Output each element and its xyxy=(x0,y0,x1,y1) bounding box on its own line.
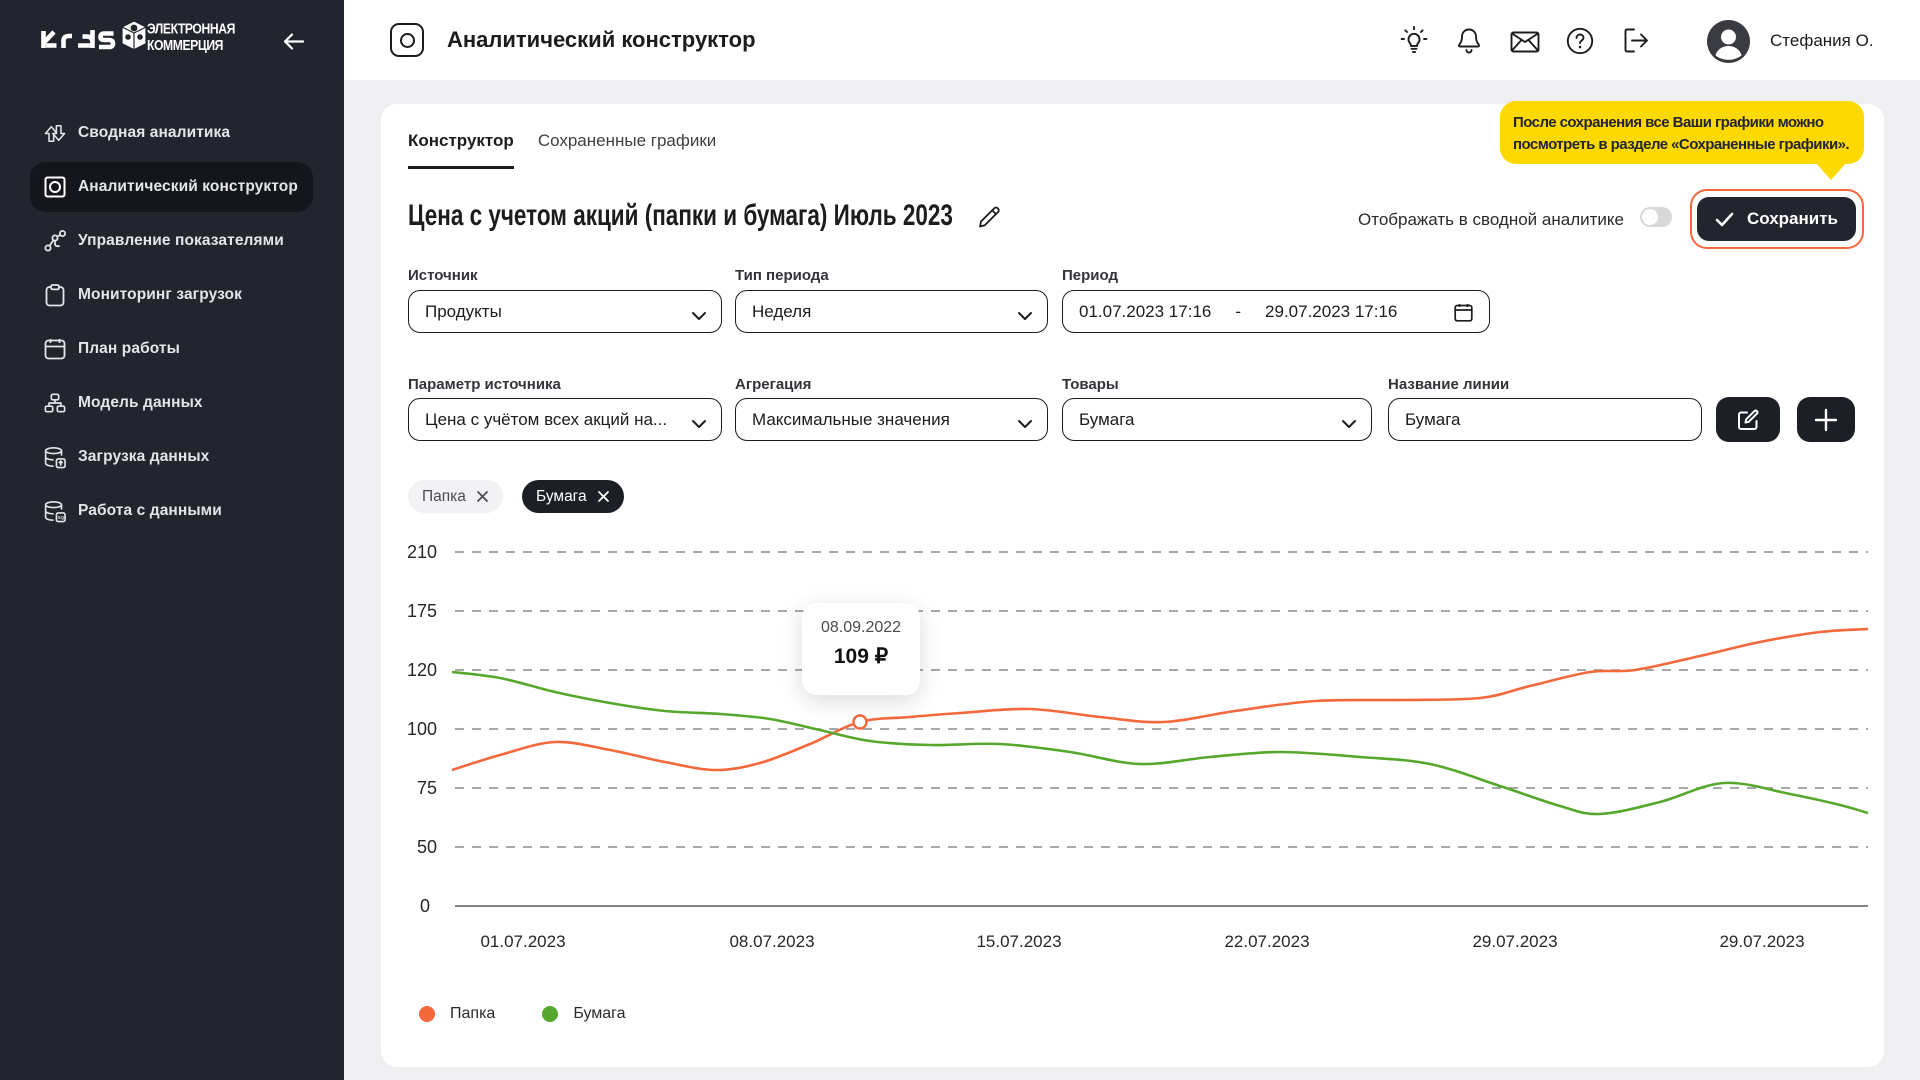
svg-text:08.07.2023: 08.07.2023 xyxy=(729,932,814,951)
svg-text:50: 50 xyxy=(417,837,437,857)
svg-text:100: 100 xyxy=(407,719,437,739)
svg-text:15.07.2023: 15.07.2023 xyxy=(976,932,1061,951)
svg-text:175: 175 xyxy=(407,601,437,621)
svg-text:75: 75 xyxy=(417,778,437,798)
svg-text:29.07.2023: 29.07.2023 xyxy=(1472,932,1557,951)
svg-text:SQL: SQL xyxy=(58,515,66,520)
svg-text:ЭЛЕКТРОННАЯ: ЭЛЕКТРОННАЯ xyxy=(147,21,235,37)
svg-text:КОММЕРЦИЯ: КОММЕРЦИЯ xyxy=(147,37,223,53)
svg-text:0: 0 xyxy=(420,896,430,916)
svg-text:01.07.2023: 01.07.2023 xyxy=(480,932,565,951)
svg-text:29.07.2023: 29.07.2023 xyxy=(1719,932,1804,951)
svg-text:22.07.2023: 22.07.2023 xyxy=(1224,932,1309,951)
svg-text:120: 120 xyxy=(407,660,437,680)
svg-text:210: 210 xyxy=(407,542,437,562)
